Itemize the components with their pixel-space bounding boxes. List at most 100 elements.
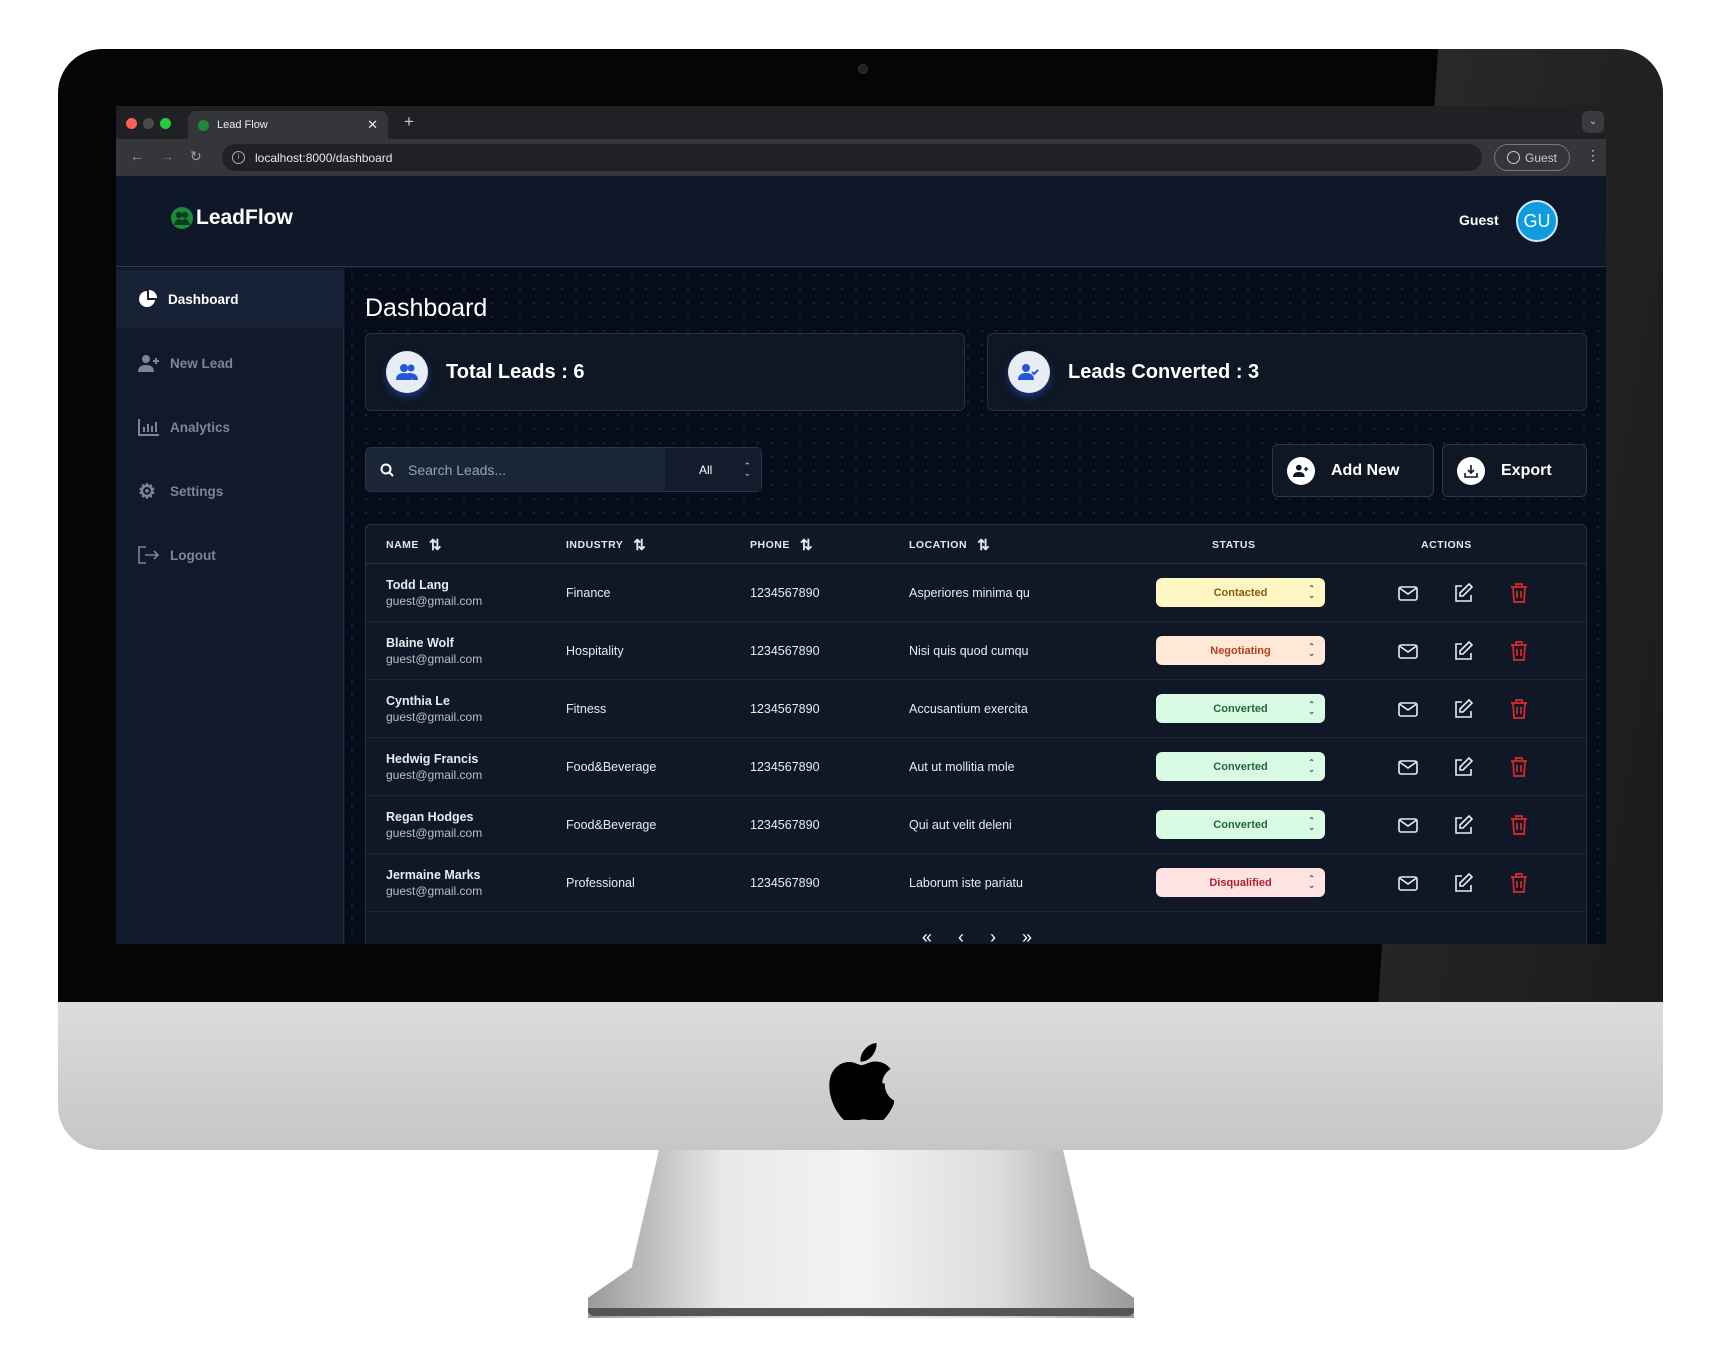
email-icon[interactable]	[1397, 756, 1419, 778]
chevron-up-down-icon: ⌃ ⌄	[1308, 642, 1315, 658]
tab-title: Lead Flow	[217, 119, 268, 131]
column-header-industry[interactable]: INDUSTRY ⇅	[566, 525, 646, 564]
back-icon[interactable]: ←	[130, 148, 144, 164]
url-text: localhost:8000/dashboard	[255, 150, 393, 165]
status-select[interactable]: Disqualified ⌃ ⌄	[1156, 868, 1325, 897]
column-header-location[interactable]: LOCATION ⇅	[909, 525, 990, 564]
status-value: Converted	[1213, 760, 1268, 773]
user-name: Guest	[1459, 212, 1499, 228]
trash-icon[interactable]	[1508, 814, 1530, 836]
email-icon[interactable]	[1397, 698, 1419, 720]
sidebar-item-analytics[interactable]: Analytics	[116, 398, 344, 456]
status-select[interactable]: Converted ⌃ ⌄	[1156, 810, 1325, 839]
tab-search-button[interactable]: ⌄	[1582, 111, 1604, 133]
sidebar-item-settings[interactable]: ⚙ Settings	[116, 462, 344, 520]
sidebar-item-new-lead[interactable]: New Lead	[116, 334, 344, 392]
status-value: Converted	[1213, 818, 1268, 831]
email-icon[interactable]	[1397, 582, 1419, 604]
next-page-button[interactable]: ›	[990, 927, 996, 944]
column-header-phone[interactable]: PHONE ⇅	[750, 525, 813, 564]
header-label: STATUS	[1212, 538, 1256, 551]
chevron-up-down-icon: ⌃ ⌄	[743, 460, 751, 478]
email-icon[interactable]	[1397, 872, 1419, 894]
industry-cell: Food&Beverage	[566, 760, 657, 774]
trash-icon[interactable]	[1508, 756, 1530, 778]
add-new-button[interactable]: Add New	[1272, 444, 1434, 497]
button-label: Export	[1501, 461, 1552, 479]
location-cell: Qui aut velit deleni	[909, 818, 1012, 832]
phone-cell: 1234567890	[750, 586, 820, 600]
stat-label: Leads Converted : 3	[1068, 360, 1260, 383]
new-tab-button[interactable]: +	[404, 112, 414, 132]
table-row: Cynthia Le guest@gmail.com Fitness 123456…	[366, 680, 1586, 738]
leads-table: NAME ⇅ INDUSTRY ⇅ PHONE ⇅ LOCATION ⇅ STATUS …	[365, 524, 1587, 944]
table-row: Todd Lang guest@gmail.com Finance 1234567…	[366, 564, 1586, 622]
email-icon[interactable]	[1397, 640, 1419, 662]
header-label: NAME	[386, 538, 419, 551]
industry-cell: Fitness	[566, 702, 607, 716]
edit-icon[interactable]	[1452, 814, 1474, 836]
address-bar-row: ← → ↻ i localhost:8000/dashboard Guest ⋮	[116, 139, 1606, 176]
reload-icon[interactable]: ↻	[190, 148, 202, 165]
lead-name: Todd Lang	[386, 578, 449, 592]
status-value: Disqualified	[1209, 876, 1272, 889]
trash-icon[interactable]	[1508, 698, 1530, 720]
trash-icon[interactable]	[1508, 872, 1530, 894]
status-filter-select[interactable]: All ⌃ ⌄	[665, 448, 761, 491]
last-page-button[interactable]: »	[1022, 927, 1032, 944]
edit-icon[interactable]	[1452, 640, 1474, 662]
minimize-window-button[interactable]	[143, 118, 154, 129]
prev-page-button[interactable]: ‹	[958, 927, 964, 944]
sort-icon[interactable]: ⇅	[429, 536, 442, 554]
edit-icon[interactable]	[1452, 872, 1474, 894]
sidebar-item-logout[interactable]: Logout	[116, 526, 344, 584]
phone-cell: 1234567890	[750, 760, 820, 774]
close-tab-icon[interactable]: ✕	[367, 117, 378, 133]
status-select[interactable]: Contacted ⌃ ⌄	[1156, 578, 1325, 607]
trash-icon[interactable]	[1508, 640, 1530, 662]
edit-icon[interactable]	[1452, 698, 1474, 720]
status-select[interactable]: Converted ⌃ ⌄	[1156, 752, 1325, 781]
sort-icon[interactable]: ⇅	[977, 536, 990, 554]
phone-cell: 1234567890	[750, 818, 820, 832]
sidebar-item-dashboard[interactable]: Dashboard	[116, 270, 344, 328]
page-title: Dashboard	[365, 294, 488, 322]
status-select[interactable]: Converted ⌃ ⌄	[1156, 694, 1325, 723]
location-cell: Nisi quis quod cumqu	[909, 644, 1029, 658]
forward-icon[interactable]: →	[160, 148, 174, 164]
table-row: Jermaine Marks guest@gmail.com Profession…	[366, 854, 1586, 912]
search-icon	[366, 448, 408, 491]
profile-button[interactable]: Guest	[1494, 144, 1570, 171]
url-field[interactable]: i localhost:8000/dashboard	[222, 144, 1482, 171]
column-header-name[interactable]: NAME ⇅	[386, 525, 442, 564]
sort-icon[interactable]: ⇅	[800, 536, 813, 554]
trash-icon[interactable]	[1508, 582, 1530, 604]
lead-name-cell: Regan Hodges guest@gmail.com	[386, 796, 482, 854]
table-row: Blaine Wolf guest@gmail.com Hospitality 1…	[366, 622, 1586, 680]
first-page-button[interactable]: «	[922, 927, 932, 944]
monitor-chin	[58, 1002, 1663, 1150]
search-input[interactable]	[408, 448, 665, 491]
maximize-window-button[interactable]	[160, 118, 171, 129]
user-plus-icon	[1287, 456, 1315, 485]
logout-icon	[138, 546, 160, 564]
lead-email: guest@gmail.com	[386, 594, 483, 608]
site-info-icon[interactable]: i	[232, 151, 245, 164]
avatar[interactable]: GU	[1516, 200, 1558, 242]
close-window-button[interactable]	[126, 118, 137, 129]
edit-icon[interactable]	[1452, 756, 1474, 778]
browser-menu-icon[interactable]: ⋮	[1586, 147, 1600, 164]
main-content: Dashboard Total Leads : 6 Leads Converte…	[345, 268, 1606, 944]
lead-email: guest@gmail.com	[386, 826, 483, 840]
export-button[interactable]: Export	[1442, 444, 1587, 497]
sort-icon[interactable]: ⇅	[633, 536, 646, 554]
chevron-up-down-icon: ⌃ ⌄	[1308, 758, 1315, 774]
email-icon[interactable]	[1397, 814, 1419, 836]
browser-tab[interactable]: Lead Flow ✕	[188, 111, 388, 139]
sidebar-item-label: Settings	[170, 483, 224, 499]
edit-icon[interactable]	[1452, 582, 1474, 604]
header-label: INDUSTRY	[566, 538, 624, 551]
pie-chart-icon	[139, 290, 157, 307]
brand-logo[interactable]: LeadFlow	[170, 206, 293, 230]
status-select[interactable]: Negotiating ⌃ ⌄	[1156, 636, 1325, 665]
